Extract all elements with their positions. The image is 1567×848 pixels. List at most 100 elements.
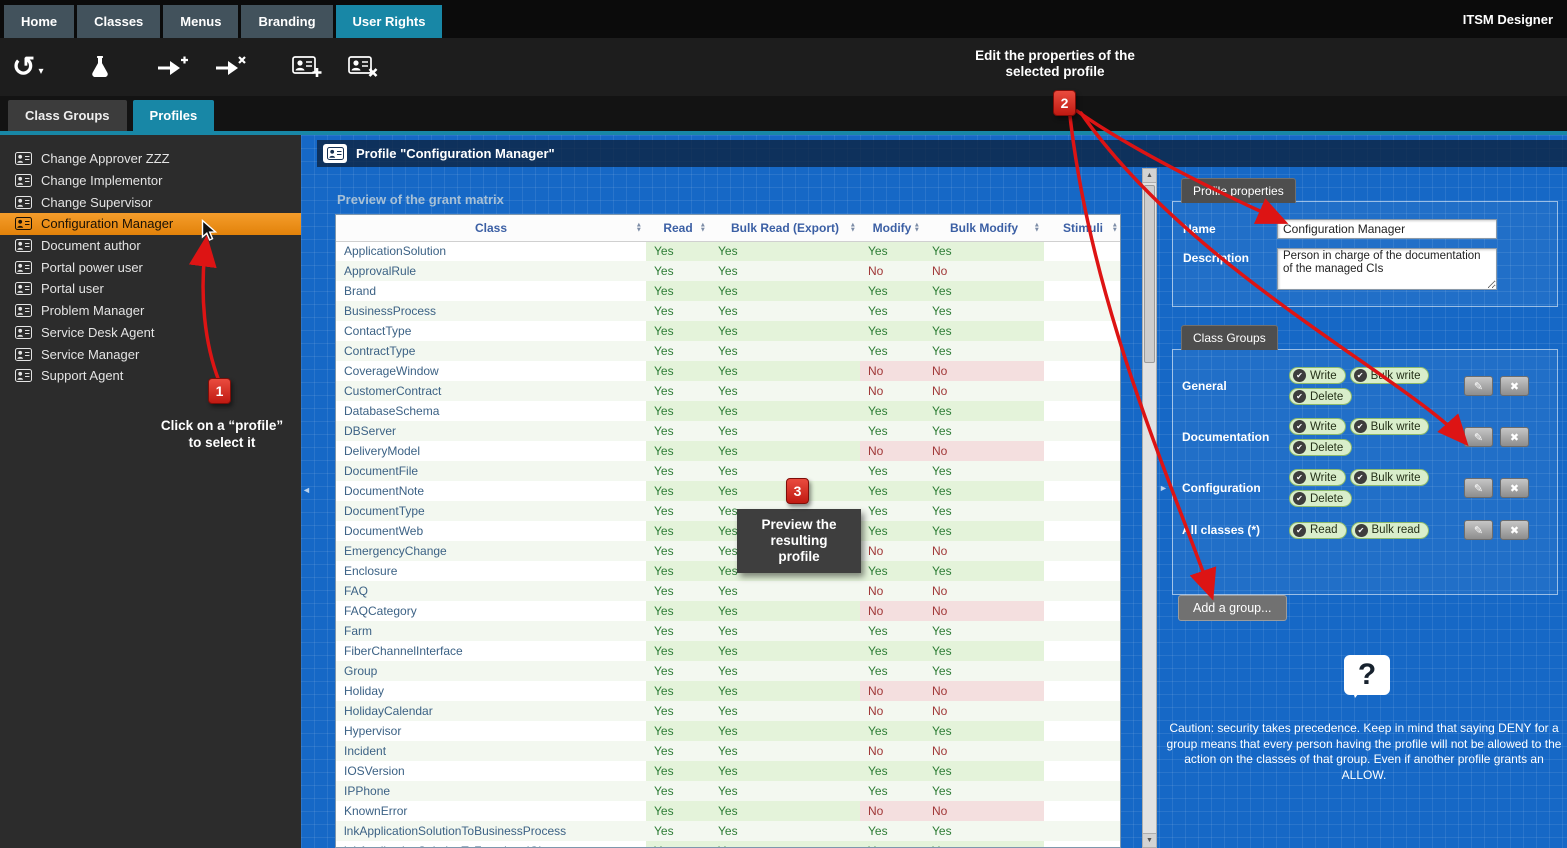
top-navigation-bar: HomeClassesMenusBrandingUser Rights ITSM… [0, 0, 1567, 38]
right-splitter-handle[interactable]: ► [1159, 483, 1168, 493]
class-name-cell: ContactType [336, 321, 646, 341]
grant-cell: Yes [646, 621, 710, 641]
sort-icon[interactable]: ▲ ▼ [636, 222, 642, 233]
grant-cell: No [860, 581, 924, 601]
sort-icon[interactable]: ▲ ▼ [850, 222, 856, 233]
edit-group-button[interactable]: ✎ [1464, 520, 1493, 540]
profile-properties-box: Name Description Person in charge of the… [1172, 201, 1558, 307]
remove-group-button[interactable]: ✖ [1500, 520, 1529, 540]
class-name-cell: FAQ [336, 581, 646, 601]
scrollbar-thumb[interactable] [1144, 185, 1155, 363]
edit-group-button[interactable]: ✎ [1464, 478, 1493, 498]
add-profile-icon [292, 55, 322, 79]
annotation-step-1-badge: 1 [208, 378, 231, 404]
test-profile-button[interactable] [90, 54, 110, 80]
name-input[interactable] [1277, 219, 1497, 239]
annotation-step-3-tooltip: Preview the resulting profile [737, 509, 861, 573]
scroll-up-button[interactable]: ▲ [1143, 169, 1156, 183]
table-row: IncidentYesYesNoNo [336, 741, 1121, 761]
profile-item-portal-power-user[interactable]: Portal power user [0, 256, 301, 278]
annotation-step-2-badge: 2 [1053, 90, 1076, 116]
class-group-row-documentation: Documentation✔Write✔Bulk write✔Delete✎✖ [1182, 418, 1548, 456]
nav-tab-home[interactable]: Home [4, 5, 74, 38]
check-icon: ✔ [1293, 390, 1306, 403]
description-input[interactable]: Person in charge of the documentation of… [1277, 248, 1497, 290]
grant-cell: No [860, 801, 924, 821]
table-row: CoverageWindowYesYesNoNo [336, 361, 1121, 381]
sort-icon[interactable]: ▲ ▼ [1034, 222, 1040, 233]
profile-item-label: Support Agent [41, 368, 123, 383]
tab-class-groups[interactable]: Class Groups [8, 100, 127, 131]
grant-cell: Yes [646, 521, 710, 541]
grant-cell: Yes [646, 661, 710, 681]
grant-cell [1044, 701, 1121, 721]
import-grants-button[interactable] [156, 55, 188, 79]
column-header-class[interactable]: Class▲ ▼ [336, 215, 646, 241]
add-profile-button[interactable] [292, 55, 322, 79]
grant-cell: No [924, 261, 1044, 281]
profile-card-icon [327, 147, 344, 160]
grant-cell: Yes [924, 501, 1044, 521]
column-header-read[interactable]: Read▲ ▼ [646, 215, 710, 241]
nav-tab-user-rights[interactable]: User Rights [336, 5, 443, 38]
grant-cell [1044, 461, 1121, 481]
check-icon: ✔ [1293, 420, 1306, 433]
profile-item-change-approver-zzz[interactable]: Change Approver ZZZ [0, 148, 301, 170]
check-icon: ✔ [1293, 492, 1306, 505]
profile-item-change-implementor[interactable]: Change Implementor [0, 170, 301, 192]
grant-cell: Yes [860, 761, 924, 781]
column-header-bulk-modify[interactable]: Bulk Modify ▲ ▼ [924, 215, 1044, 241]
nav-tab-branding[interactable]: Branding [241, 5, 332, 38]
nav-tab-classes[interactable]: Classes [77, 5, 160, 38]
grant-cell: Yes [710, 801, 860, 821]
grant-cell: Yes [924, 401, 1044, 421]
undo-button[interactable]: ↺ ▾ [12, 53, 44, 81]
profile-card-icon [15, 217, 32, 230]
tab-profiles[interactable]: Profiles [133, 100, 215, 131]
remove-group-button[interactable]: ✖ [1500, 478, 1529, 498]
grant-cell [1044, 821, 1121, 841]
profile-item-problem-manager[interactable]: Problem Manager [0, 300, 301, 322]
add-group-button[interactable]: Add a group... [1178, 595, 1287, 621]
remove-grants-button[interactable] [214, 55, 246, 79]
grant-cell: Yes [646, 761, 710, 781]
grant-badge-label: Write [1310, 421, 1337, 433]
main-nav-tabs: HomeClassesMenusBrandingUser Rights [0, 5, 442, 38]
profile-item-portal-user[interactable]: Portal user [0, 278, 301, 300]
remove-group-button[interactable]: ✖ [1500, 376, 1529, 396]
grant-cell: Yes [646, 241, 710, 261]
sort-icon[interactable]: ▲ ▼ [914, 222, 920, 233]
profile-item-configuration-manager[interactable]: Configuration Manager [0, 213, 301, 235]
column-header-bulk-read-export[interactable]: Bulk Read (Export) ▲ ▼ [710, 215, 860, 241]
sort-icon[interactable]: ▲ ▼ [1112, 222, 1118, 233]
remove-group-button[interactable]: ✖ [1500, 427, 1529, 447]
column-header-modify[interactable]: Modify▲ ▼ [860, 215, 924, 241]
profile-item-change-supervisor[interactable]: Change Supervisor [0, 191, 301, 213]
class-groups-header: Class Groups [1181, 325, 1278, 350]
undo-menu-caret-icon[interactable]: ▾ [38, 66, 43, 81]
edit-group-button[interactable]: ✎ [1464, 376, 1493, 396]
column-header-label: Bulk Modify [950, 221, 1018, 235]
profile-item-service-manager[interactable]: Service Manager [0, 343, 301, 365]
grant-cell [1044, 441, 1121, 461]
vertical-scrollbar[interactable]: ▲ ▼ [1142, 168, 1157, 848]
profile-properties-header: Profile properties [1181, 178, 1296, 203]
left-splitter-handle[interactable]: ◄ [302, 485, 311, 495]
profile-item-service-desk-agent[interactable]: Service Desk Agent [0, 322, 301, 344]
sort-icon[interactable]: ▲ ▼ [700, 222, 706, 233]
grant-cell: Yes [710, 741, 860, 761]
profile-item-document-author[interactable]: Document author [0, 235, 301, 257]
grant-cell: Yes [710, 441, 860, 461]
delete-profile-button[interactable] [348, 55, 378, 79]
grant-cell: Yes [860, 421, 924, 441]
profile-item-support-agent[interactable]: Support Agent [0, 365, 301, 387]
column-header-label: Bulk Read (Export) [731, 221, 839, 235]
scroll-down-button[interactable]: ▼ [1143, 833, 1156, 847]
column-header-stimuli[interactable]: Stimuli▲ ▼ [1044, 215, 1121, 241]
table-row: ContractTypeYesYesYesYes [336, 341, 1121, 361]
nav-tab-menus[interactable]: Menus [163, 5, 238, 38]
edit-group-button[interactable]: ✎ [1464, 427, 1493, 447]
grant-badge-label: Bulk read [1372, 524, 1421, 536]
grant-cell: Yes [646, 321, 710, 341]
grant-cell: Yes [710, 361, 860, 381]
